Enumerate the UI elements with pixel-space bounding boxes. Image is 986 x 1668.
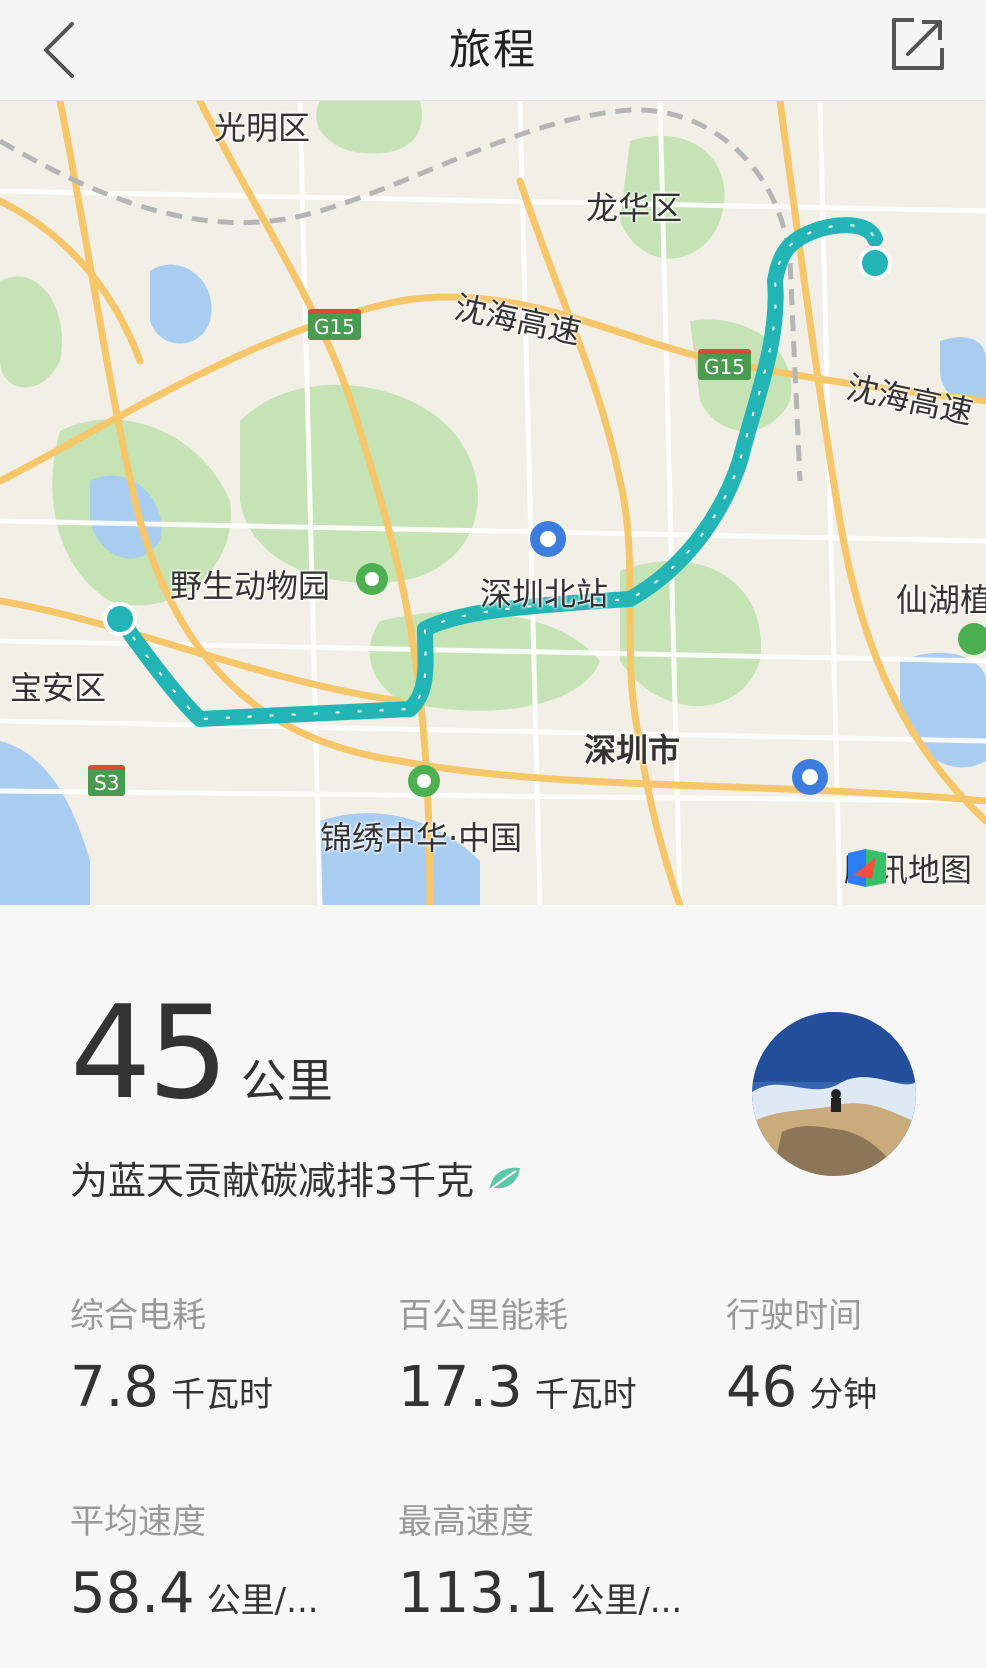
stat-value: 58.4 <box>70 1561 195 1626</box>
carbon-text: 为蓝天贡献碳减排3千克 <box>70 1159 475 1203</box>
stat-label: 最高速度 <box>398 1502 534 1542</box>
stat-unit: 分钟 <box>809 1375 878 1415</box>
distance-value: 45 <box>70 979 229 1128</box>
carbon-reduction: 为蓝天贡献碳减排3千克 <box>70 1150 522 1205</box>
page-title: 旅程 <box>448 25 537 74</box>
user-avatar[interactable] <box>752 1012 916 1176</box>
stat-energy-consumption: 综合电耗 7.8 千瓦时 <box>70 1288 273 1420</box>
map-label-zoo: 野生动物园 <box>170 567 331 605</box>
stat-value: 113.1 <box>398 1561 559 1626</box>
stat-energy-per-100km: 百公里能耗 17.3 千瓦时 <box>398 1288 637 1420</box>
map-canvas <box>0 101 986 905</box>
stat-label: 行驶时间 <box>726 1296 862 1336</box>
stat-driving-time: 行驶时间 46 分钟 <box>726 1288 877 1420</box>
stat-unit: 千瓦时 <box>171 1375 274 1415</box>
leaf-icon <box>490 1167 521 1189</box>
share-button[interactable] <box>886 14 948 76</box>
stat-unit: 公里/... <box>570 1581 683 1621</box>
map-label-baoan: 宝安区 <box>10 669 107 707</box>
stat-max-speed: 最高速度 113.1 公里/... <box>398 1494 682 1626</box>
stat-value: 17.3 <box>398 1355 523 1420</box>
map-label-north-station: 深圳北站 <box>480 575 609 613</box>
app-header: 旅程 <box>0 0 986 101</box>
stat-unit: 公里/... <box>206 1581 319 1621</box>
map-label-longhua: 龙华区 <box>586 189 683 227</box>
stat-label: 百公里能耗 <box>398 1296 568 1336</box>
stat-value: 46 <box>726 1355 798 1420</box>
map-label-splendid-china: 锦绣中华·中国 <box>320 819 523 857</box>
stat-label: 综合电耗 <box>70 1296 206 1336</box>
highway-shield-s3: S3 <box>88 765 126 796</box>
map-label-shenzhen: 深圳市 <box>584 731 681 769</box>
stat-unit: 千瓦时 <box>534 1375 637 1415</box>
avatar-photo <box>752 1012 916 1176</box>
map-label-guangming: 光明区 <box>214 109 311 147</box>
stat-average-speed: 平均速度 58.4 公里/... <box>70 1494 319 1626</box>
stat-value: 7.8 <box>70 1355 160 1420</box>
map-label-xianhu: 仙湖植 <box>896 581 986 619</box>
distance-summary: 45 公里 <box>70 990 333 1118</box>
tencent-map-logo-icon <box>847 849 886 887</box>
map-attribution: 腾讯地图 <box>844 845 972 891</box>
highway-shield-g15: G15 <box>308 309 361 340</box>
highway-shield-g15: G15 <box>698 349 751 380</box>
stat-label: 平均速度 <box>70 1502 206 1542</box>
share-icon <box>892 18 944 70</box>
route-map[interactable]: 光明区 龙华区 沈海高速 沈海高速 野生动物园 深圳北站 宝安区 深圳市 仙湖植… <box>0 101 986 905</box>
distance-unit: 公里 <box>240 1054 333 1108</box>
